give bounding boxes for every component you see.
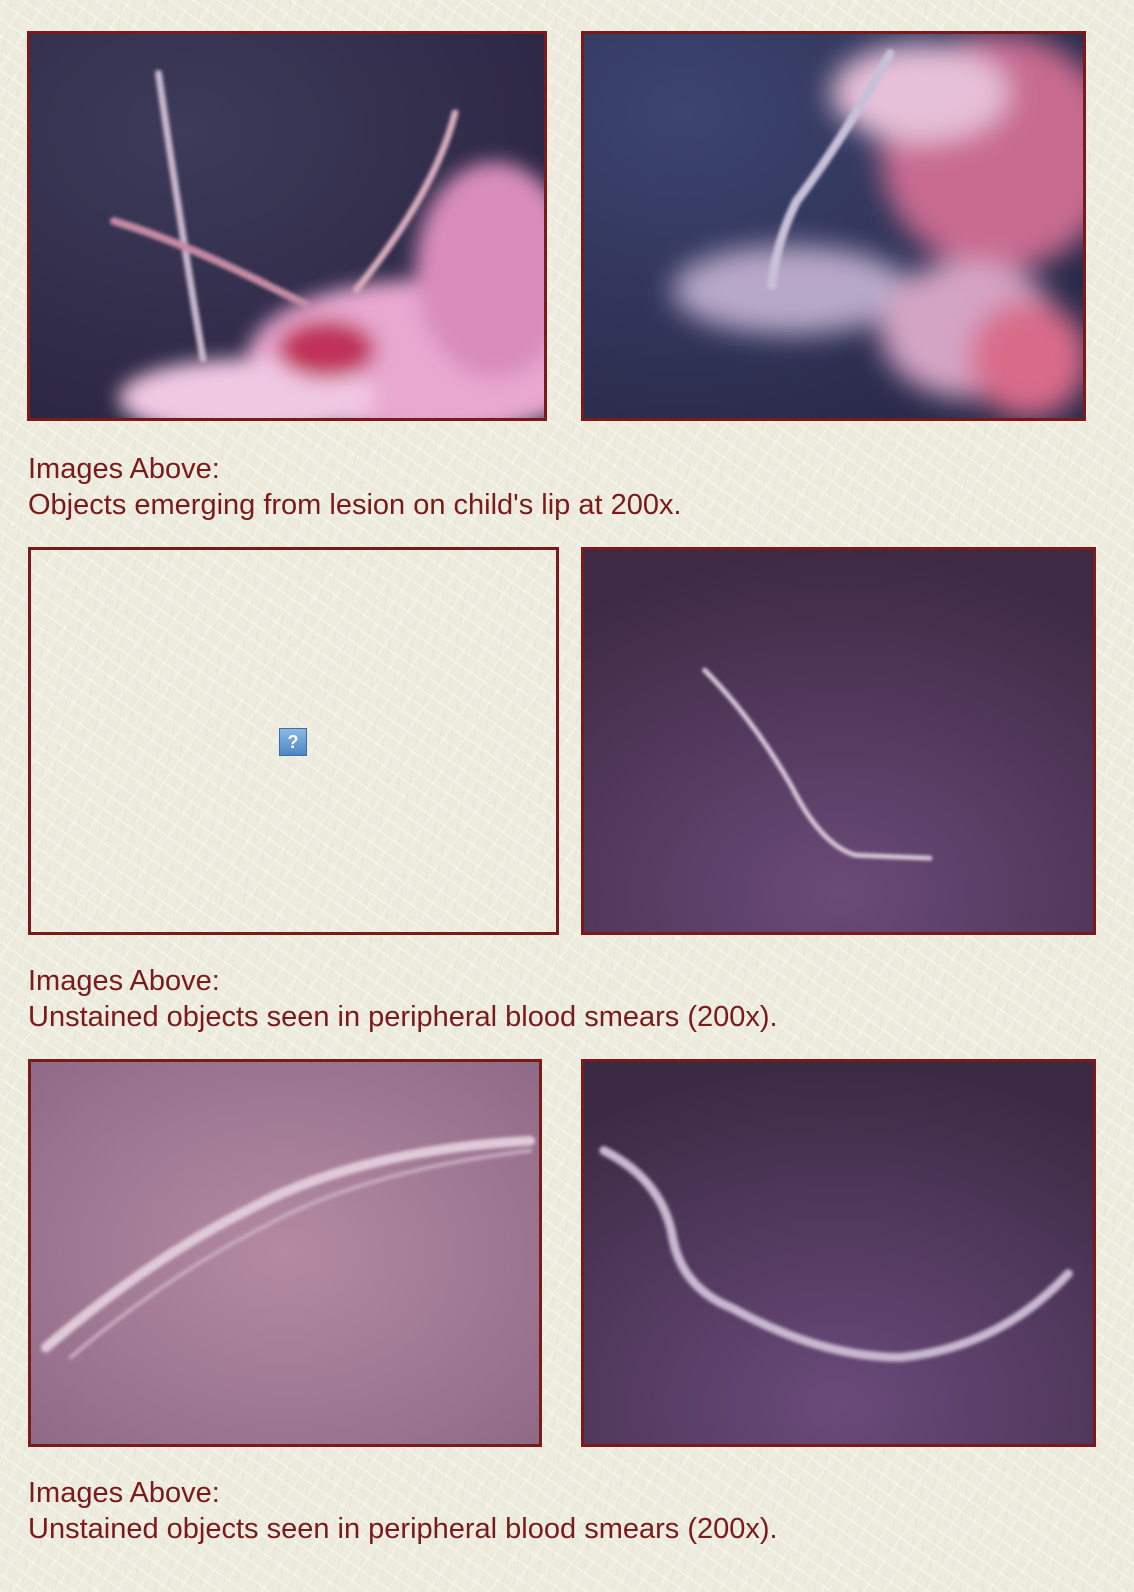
broken-image-placeholder: ?	[28, 547, 559, 935]
caption-heading: Images Above:	[28, 453, 220, 485]
lip-lesion-photo-2	[581, 31, 1086, 421]
caption-row-3: Images Above: Unstained objects seen in …	[28, 1475, 778, 1547]
caption-heading: Images Above:	[28, 965, 220, 997]
broken-image-question-icon: ?	[279, 728, 307, 756]
caption-text: Unstained objects seen in peripheral blo…	[28, 1001, 778, 1033]
caption-row-2: Images Above: Unstained objects seen in …	[28, 963, 778, 1035]
blood-smear-photo-1	[581, 547, 1096, 935]
lip-lesion-photo-1	[27, 31, 547, 421]
caption-heading: Images Above:	[28, 1477, 220, 1509]
blood-smear-photo-2	[28, 1059, 542, 1447]
caption-text: Objects emerging from lesion on child's …	[28, 489, 682, 521]
blood-smear-photo-3	[581, 1059, 1096, 1447]
caption-text: Unstained objects seen in peripheral blo…	[28, 1513, 778, 1545]
caption-row-1: Images Above: Objects emerging from lesi…	[28, 451, 682, 523]
